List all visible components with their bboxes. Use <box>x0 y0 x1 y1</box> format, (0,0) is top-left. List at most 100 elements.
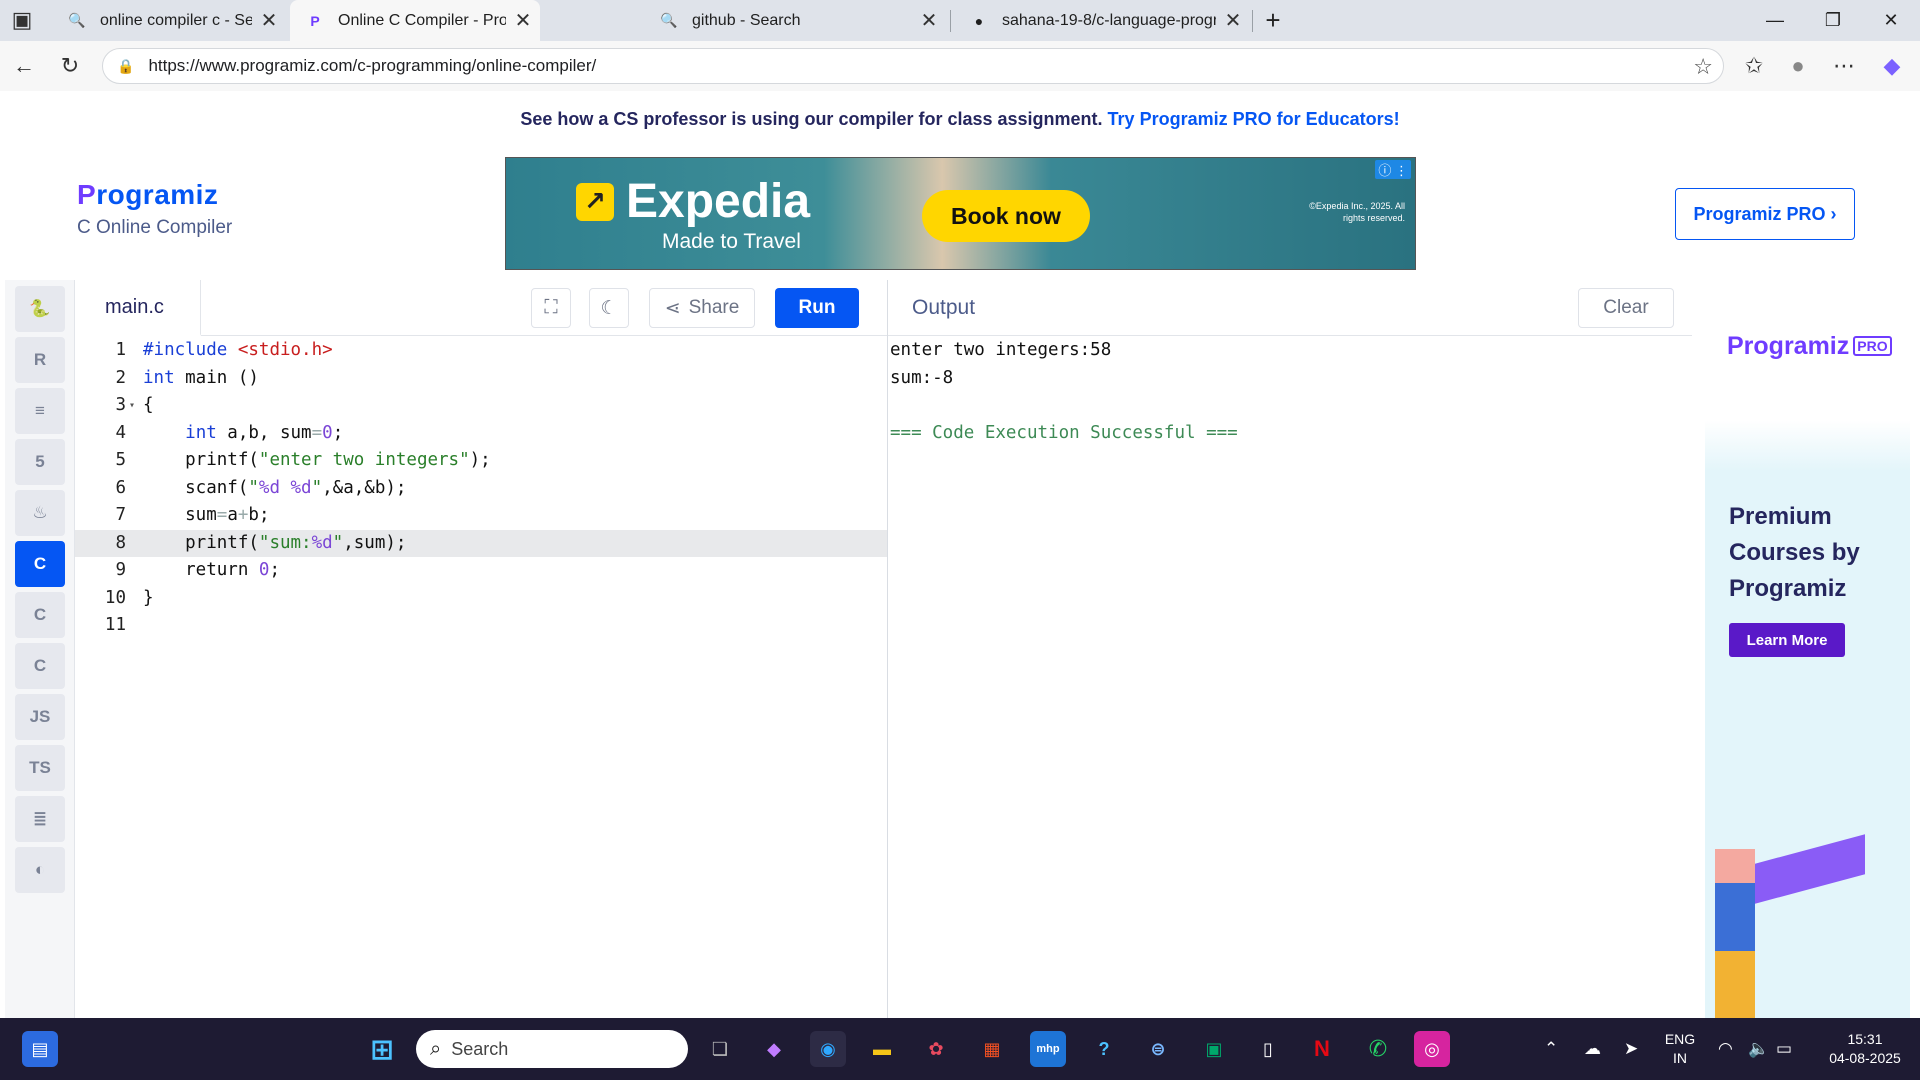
output-success-line: === Code Execution Successful === <box>890 422 1238 443</box>
learn-more-button[interactable]: Learn More <box>1729 623 1845 657</box>
code-line: sum=a+b; <box>143 505 270 525</box>
book-now-button[interactable]: Book now <box>922 190 1090 242</box>
copilot-app-icon[interactable]: ◆ <box>756 1031 792 1067</box>
share-button[interactable]: ⋖ Share <box>649 288 755 328</box>
fold-icon[interactable]: ▾ <box>129 392 135 420</box>
onedrive-icon[interactable]: ☁ <box>1584 1039 1601 1059</box>
expedia-logo-icon: ↗ <box>576 182 614 221</box>
ad-info-icon[interactable]: ⓘ ⋮ <box>1375 160 1411 179</box>
expedia-brand: ↗ Expedia <box>576 174 810 229</box>
close-icon[interactable]: ✕ <box>506 8 540 33</box>
taskbar-search-label: Search <box>451 1038 509 1059</box>
code-line: scanf("%d %d",&a,&b); <box>143 477 407 498</box>
task-view-icon[interactable]: ❏ <box>702 1031 738 1067</box>
photos-icon[interactable]: ✿ <box>918 1031 954 1067</box>
panel-divider[interactable] <box>887 280 888 1018</box>
battery-icon[interactable]: ▭ <box>1776 1039 1792 1059</box>
python-icon[interactable]: 🐍 <box>15 286 65 332</box>
cpp-icon[interactable]: C <box>15 592 65 638</box>
tab-label: online compiler c - Search <box>100 11 252 29</box>
location-icon[interactable]: ➤ <box>1624 1039 1638 1059</box>
sql-database-icon[interactable]: ≡ <box>15 388 65 434</box>
back-icon[interactable]: ← <box>8 50 40 82</box>
html5-icon[interactable]: 5 <box>15 439 65 485</box>
file-explorer-icon[interactable]: ▬ <box>864 1031 900 1067</box>
csharp-icon[interactable]: C <box>15 643 65 689</box>
tab-github-repo[interactable]: ● sahana-19-8/c-language-program ✕ <box>954 0 1250 41</box>
line-number: 5 <box>115 450 126 470</box>
line-number: 9 <box>115 560 126 580</box>
close-icon[interactable]: ✕ <box>912 8 946 33</box>
search-icon: 🔍 <box>68 12 86 28</box>
wifi-icon[interactable]: ◠ <box>1718 1039 1733 1059</box>
code-line: } <box>143 587 154 608</box>
app-icon[interactable]: ⊜ <box>1140 1031 1176 1067</box>
code-line: { <box>143 395 154 415</box>
ad-tagline: Made to Travel <box>662 230 801 253</box>
fullscreen-icon[interactable]: ⛶ <box>531 288 571 328</box>
output-header: Output Clear <box>888 280 1692 336</box>
line-number: 11 <box>104 615 126 635</box>
r-lang-icon[interactable]: R <box>15 337 65 383</box>
volume-icon[interactable]: 🔈 <box>1748 1039 1769 1059</box>
tab-github-search[interactable]: 🔍 github - Search ✕ <box>644 0 946 41</box>
line-number: 3 <box>115 395 126 415</box>
windows-taskbar: ▤ ⊞ ⌕ Search ❏ ◆ ◉ ▬ ✿ ▦ mhp ? ⊜ ▣ ▯ N ✆ … <box>0 1018 1920 1080</box>
tab-search[interactable]: 🔍 online compiler c - Search ✕ <box>52 0 286 41</box>
reload-icon[interactable]: ↻ <box>54 50 86 82</box>
search-icon: ⌕ <box>430 1037 442 1060</box>
web-page: See how a CS professor is using our comp… <box>5 91 1915 1018</box>
restore-icon[interactable]: ❐ <box>1804 0 1862 41</box>
favorites-icon[interactable]: ✩ <box>1738 50 1770 82</box>
code-line: int a,b, sum=0; <box>185 422 344 443</box>
profile-avatar-icon[interactable]: ● <box>1782 50 1814 82</box>
whatsapp-icon[interactable]: ✆ <box>1360 1031 1396 1067</box>
netflix-icon[interactable]: N <box>1304 1031 1340 1067</box>
java-icon[interactable]: ♨ <box>15 490 65 536</box>
clear-button[interactable]: Clear <box>1578 288 1674 328</box>
code-editor[interactable]: 1 #include <stdio.h> 2 int main () 3 ▾ { 4 i… <box>75 337 887 1018</box>
programiz-pro-ad[interactable]: Programiz PRO Premium Courses by Programi… <box>1705 289 1910 1018</box>
share-icon: ⋖ <box>664 297 681 319</box>
go-icon[interactable]: ≣ <box>15 796 65 842</box>
meet-icon[interactable]: ▣ <box>1196 1031 1232 1067</box>
microsoft-store-icon[interactable]: ▦ <box>974 1031 1010 1067</box>
promo-link[interactable]: Try Programiz PRO for Educators! <box>1108 109 1400 129</box>
favorite-star-icon[interactable]: ☆ <box>1693 54 1713 80</box>
pro-ad-heading: Premium Courses by Programiz <box>1729 503 1860 602</box>
copilot-icon[interactable]: ◆ <box>1876 50 1908 82</box>
file-tab-main-c[interactable]: main.c <box>75 280 201 336</box>
help-icon[interactable]: ? <box>1086 1031 1122 1067</box>
windows-start-icon[interactable]: ⊞ <box>364 1031 400 1067</box>
c-lang-icon[interactable]: C <box>15 541 65 587</box>
new-tab-icon[interactable]: + <box>1244 0 1302 41</box>
dark-mode-icon[interactable]: ☾ <box>589 288 629 328</box>
typescript-icon[interactable]: TS <box>15 745 65 791</box>
programiz-logo[interactable]: Programiz C Online Compiler <box>77 179 232 239</box>
widgets-icon[interactable]: ▤ <box>22 1031 58 1067</box>
window-close-icon[interactable]: ✕ <box>1862 0 1920 41</box>
system-clock[interactable]: 15:31 04-08-2025 <box>1810 1030 1920 1068</box>
document-icon[interactable]: ▯ <box>1250 1031 1286 1067</box>
instagram-icon[interactable]: ◎ <box>1414 1031 1450 1067</box>
code-line: return 0; <box>143 560 280 580</box>
minimize-icon[interactable]: — <box>1746 0 1804 41</box>
taskbar-search[interactable]: ⌕ Search <box>416 1030 688 1068</box>
more-menu-icon[interactable]: ⋯ <box>1828 50 1860 82</box>
address-bar[interactable]: 🔒 https://www.programiz.com/c-programmin… <box>102 48 1724 84</box>
sidebar-toggle-icon[interactable]: ▣ <box>6 4 38 36</box>
close-icon[interactable]: ✕ <box>252 8 286 33</box>
input-language[interactable]: ENG IN <box>1660 1030 1700 1068</box>
programiz-pro-button[interactable]: Programiz PRO › <box>1675 188 1855 240</box>
pro-logo-text: Programiz <box>1727 331 1850 360</box>
edge-browser-icon[interactable]: ◉ <box>810 1031 846 1067</box>
run-button[interactable]: Run <box>775 288 859 328</box>
line-number: 6 <box>115 477 126 498</box>
tray-chevron-icon[interactable]: ⌃ <box>1544 1039 1558 1059</box>
swift-icon[interactable]: ◐ <box>15 847 65 893</box>
mhp-app-icon[interactable]: mhp <box>1030 1031 1066 1067</box>
javascript-icon[interactable]: JS <box>15 694 65 740</box>
expedia-ad-banner[interactable]: ↗ Expedia Made to Travel Book now ©Expedi… <box>505 157 1416 270</box>
tab-programiz[interactable]: P Online C Compiler - Programiz ✕ <box>290 0 540 41</box>
